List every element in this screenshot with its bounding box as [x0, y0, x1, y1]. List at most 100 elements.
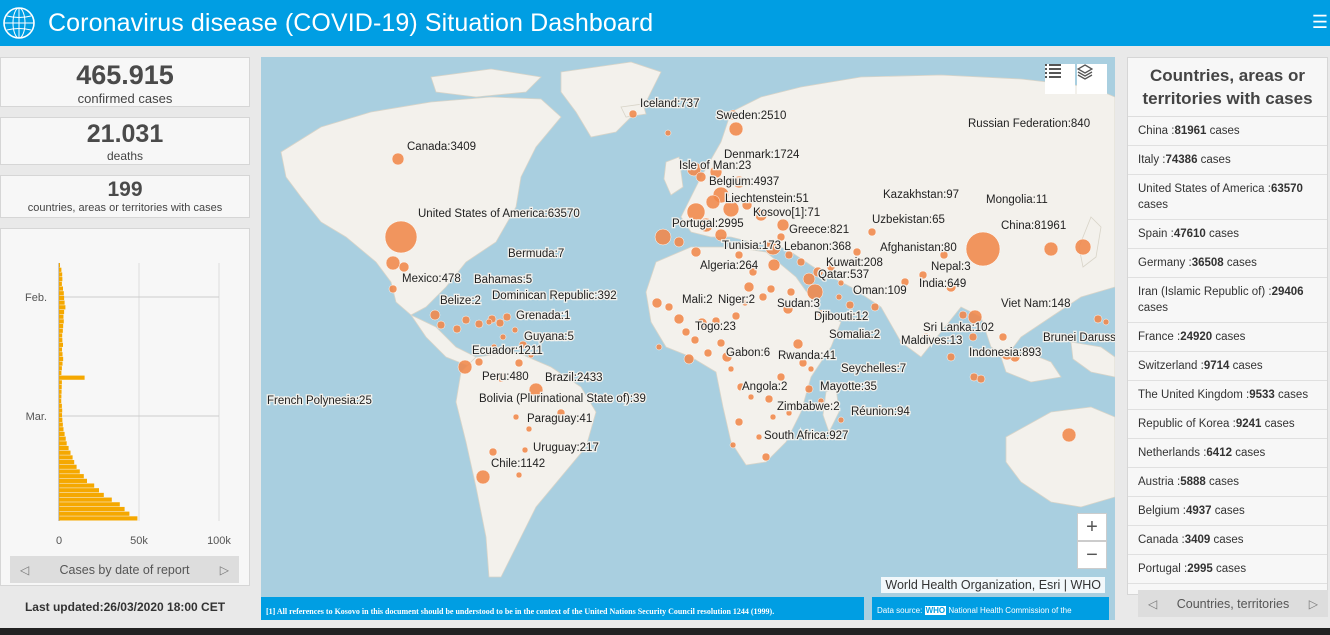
- case-bubble[interactable]: [802, 272, 816, 286]
- layers-button[interactable]: [1077, 64, 1107, 94]
- case-bubble[interactable]: [728, 121, 744, 137]
- case-bubble[interactable]: [673, 313, 685, 325]
- case-bubble[interactable]: [461, 315, 471, 325]
- case-bubble[interactable]: [499, 333, 507, 341]
- case-bubble[interactable]: [655, 343, 663, 351]
- case-bubble[interactable]: [475, 469, 491, 485]
- next-arrow-icon[interactable]: ▷: [1309, 597, 1318, 611]
- case-bubble[interactable]: [683, 353, 695, 365]
- case-bubble[interactable]: [764, 394, 774, 404]
- case-bubble[interactable]: [511, 326, 519, 334]
- case-bubble[interactable]: [515, 471, 523, 479]
- case-bubble[interactable]: [796, 257, 806, 267]
- case-bubble[interactable]: [690, 335, 700, 345]
- case-bubble[interactable]: [958, 310, 968, 320]
- case-bubble[interactable]: [852, 247, 862, 257]
- case-bubble[interactable]: [870, 302, 880, 312]
- case-bubble[interactable]: [743, 281, 755, 293]
- case-bubble[interactable]: [525, 425, 533, 433]
- case-bubble[interactable]: [474, 357, 484, 367]
- case-bubble[interactable]: [769, 413, 777, 421]
- country-list-item[interactable]: Italy :74386 cases: [1128, 146, 1327, 175]
- case-bubble[interactable]: [761, 452, 771, 462]
- case-bubble[interactable]: [776, 218, 790, 232]
- case-bubble[interactable]: [514, 358, 524, 368]
- case-bubble[interactable]: [628, 109, 638, 119]
- case-bubble[interactable]: [969, 372, 979, 382]
- case-bubble[interactable]: [651, 297, 663, 309]
- prev-arrow-icon[interactable]: ◁: [20, 563, 29, 577]
- case-bubble[interactable]: [664, 129, 672, 137]
- case-bubble[interactable]: [485, 318, 493, 326]
- country-list[interactable]: China :81961 cases Italy :74386 cases Unit…: [1128, 117, 1327, 594]
- case-bubble[interactable]: [512, 413, 520, 421]
- legend-button[interactable]: [1045, 64, 1075, 94]
- country-list-item[interactable]: China :81961 cases: [1128, 117, 1327, 146]
- case-bubble[interactable]: [654, 228, 672, 246]
- world-map[interactable]: Iceland:737 Sweden:2510 Russian Federation…: [261, 57, 1115, 620]
- case-bubble[interactable]: [758, 292, 768, 302]
- case-bubble[interactable]: [457, 359, 473, 375]
- case-bubble[interactable]: [664, 302, 674, 312]
- case-bubble[interactable]: [495, 318, 505, 328]
- case-bubble[interactable]: [452, 324, 462, 334]
- case-bubble[interactable]: [734, 250, 744, 260]
- country-list-item[interactable]: Canada :3409 cases: [1128, 526, 1327, 555]
- case-bubble[interactable]: [965, 231, 1001, 267]
- case-bubble[interactable]: [729, 441, 737, 449]
- case-bubble[interactable]: [835, 293, 843, 301]
- case-bubble[interactable]: [429, 309, 441, 321]
- country-list-item[interactable]: Netherlands :6412 cases: [1128, 439, 1327, 468]
- case-bubble[interactable]: [755, 433, 763, 441]
- zoom-out-button[interactable]: −: [1077, 541, 1107, 569]
- prev-arrow-icon[interactable]: ◁: [1148, 597, 1157, 611]
- case-bubble[interactable]: [727, 365, 735, 373]
- country-list-item[interactable]: The United Kingdom :9533 cases: [1128, 381, 1327, 410]
- case-bubble[interactable]: [502, 312, 512, 322]
- case-bubble[interactable]: [384, 220, 418, 254]
- case-bubble[interactable]: [716, 338, 726, 348]
- case-bubble[interactable]: [734, 417, 744, 427]
- case-bubble[interactable]: [747, 393, 755, 401]
- case-bubble[interactable]: [388, 284, 398, 294]
- case-bubble[interactable]: [673, 236, 685, 248]
- case-bubble[interactable]: [998, 332, 1008, 342]
- zoom-in-button[interactable]: +: [1077, 513, 1107, 541]
- case-bubble[interactable]: [1102, 318, 1110, 326]
- case-bubble[interactable]: [1093, 314, 1103, 324]
- case-bubble[interactable]: [1074, 238, 1092, 256]
- case-bubble[interactable]: [845, 300, 855, 310]
- case-bubble[interactable]: [867, 227, 877, 237]
- case-bubble[interactable]: [767, 258, 781, 272]
- case-bubble[interactable]: [766, 284, 776, 294]
- country-list-panel[interactable]: Countries, areas or territories with cas…: [1127, 57, 1328, 595]
- country-list-item[interactable]: Belgium :4937 cases: [1128, 497, 1327, 526]
- case-bubble[interactable]: [837, 416, 845, 424]
- case-bubble[interactable]: [690, 246, 702, 258]
- case-bubble[interactable]: [792, 338, 804, 350]
- case-bubble[interactable]: [968, 332, 978, 342]
- case-bubble[interactable]: [488, 447, 498, 457]
- case-bubble[interactable]: [804, 384, 814, 394]
- case-bubble[interactable]: [695, 171, 707, 183]
- country-list-item[interactable]: Iran (Islamic Republic of) :29406 cases: [1128, 278, 1327, 323]
- case-bubble[interactable]: [474, 319, 484, 329]
- country-list-item[interactable]: Portugal :2995 cases: [1128, 555, 1327, 584]
- case-bubble[interactable]: [1061, 427, 1077, 443]
- case-bubble[interactable]: [776, 372, 786, 382]
- case-bubble[interactable]: [786, 287, 796, 297]
- country-list-item[interactable]: France :24920 cases: [1128, 323, 1327, 352]
- case-bubble[interactable]: [681, 327, 691, 337]
- next-arrow-icon[interactable]: ▷: [220, 563, 229, 577]
- case-bubble[interactable]: [385, 255, 401, 271]
- case-bubble[interactable]: [391, 152, 405, 166]
- map-canvas[interactable]: Iceland:737 Sweden:2510 Russian Federation…: [261, 57, 1115, 620]
- case-bubble[interactable]: [521, 446, 529, 454]
- country-list-item[interactable]: Spain :47610 cases: [1128, 220, 1327, 249]
- case-bubble[interactable]: [976, 374, 986, 384]
- case-bubble[interactable]: [1043, 241, 1059, 257]
- hamburger-icon[interactable]: ☰: [1312, 12, 1328, 33]
- case-bubble[interactable]: [436, 320, 446, 330]
- case-bubble[interactable]: [807, 365, 815, 373]
- case-bubble[interactable]: [398, 261, 410, 273]
